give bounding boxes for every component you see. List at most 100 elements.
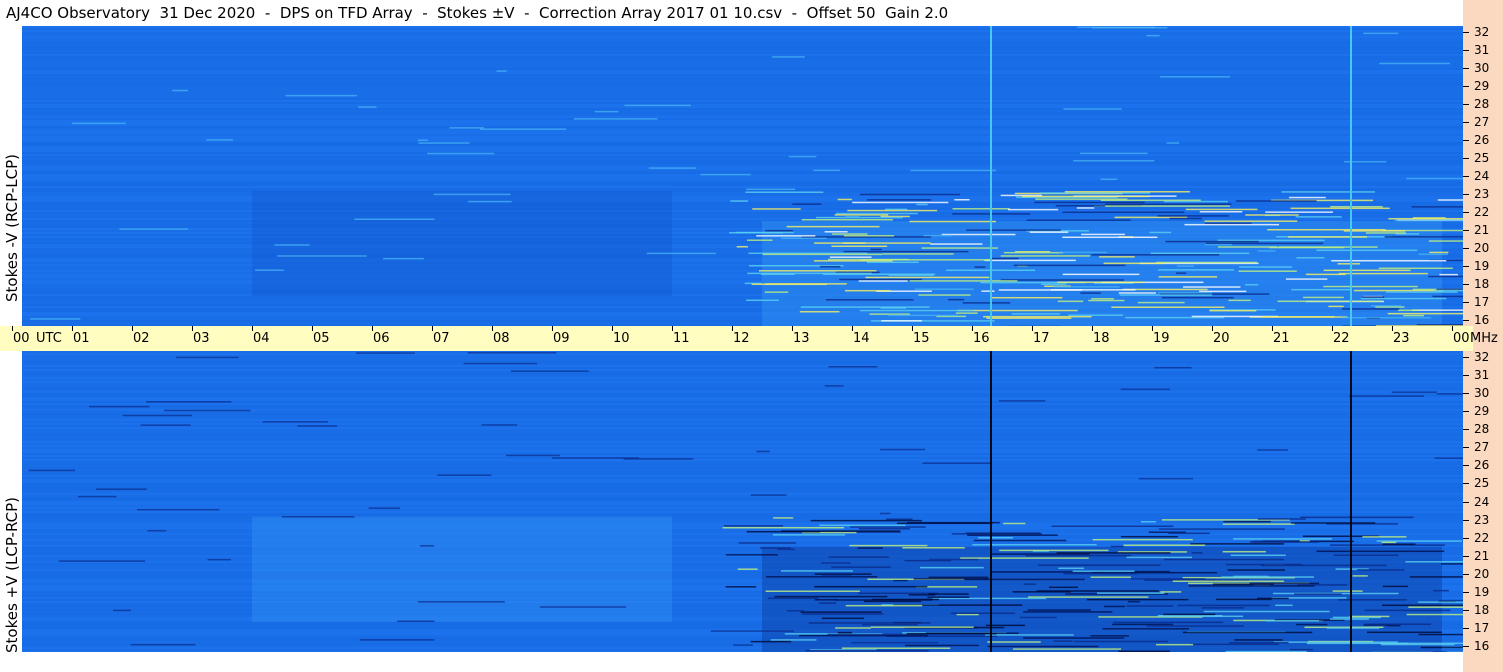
top-panel-label: Stokes -V (RCP-LCP) <box>3 154 21 302</box>
freq-label: 20 <box>1474 241 1490 255</box>
interference-line <box>1350 26 1352 326</box>
freq-tick <box>1463 555 1469 557</box>
interference-line <box>990 351 992 652</box>
freq-tick <box>1463 284 1469 285</box>
freq-label: 19 <box>1474 584 1490 599</box>
freq-label: 25 <box>1474 476 1490 491</box>
freq-tick <box>1463 122 1469 123</box>
freq-tick <box>1463 86 1469 87</box>
freq-tick <box>1463 465 1469 467</box>
freq-label: 22 <box>1474 205 1490 219</box>
freq-tick <box>1463 627 1469 629</box>
freq-tick <box>1463 393 1469 395</box>
freq-label: 22 <box>1474 530 1490 545</box>
freq-label: 30 <box>1474 386 1490 401</box>
freq-label: 23 <box>1474 512 1490 527</box>
time-label: 13 <box>793 331 810 346</box>
freq-tick <box>1463 68 1469 69</box>
bottom-ylabel-area: Stokes +V (LCP-RCP) <box>0 351 22 672</box>
time-label: 05 <box>313 331 330 346</box>
freq-label: 16 <box>1474 313 1490 327</box>
freq-label: 17 <box>1474 295 1490 309</box>
top-ylabel-area: Stokes -V (RCP-LCP) <box>0 26 22 326</box>
freq-tick <box>1463 519 1469 521</box>
freq-tick <box>1463 411 1469 413</box>
freq-label: 23 <box>1474 187 1490 201</box>
freq-tick <box>1463 104 1469 105</box>
freq-label: 32 <box>1474 350 1490 364</box>
freq-tick <box>1463 447 1469 449</box>
freq-tick <box>1463 158 1469 159</box>
freq-tick <box>1463 212 1469 213</box>
freq-tick <box>1463 375 1469 377</box>
time-label: 03 <box>193 331 210 346</box>
utc-label: UTC <box>36 331 62 346</box>
top-spectrogram <box>22 26 1463 326</box>
chart-title: AJ4CO Observatory 31 Dec 2020 - DPS on T… <box>0 0 1463 26</box>
freq-tick <box>1463 248 1469 249</box>
time-bar-left-pad <box>0 326 10 351</box>
top-spectrogram-image <box>22 26 1463 326</box>
bottom-spectrogram <box>22 351 1463 652</box>
time-label: 00 <box>1453 331 1470 346</box>
time-label: 23 <box>1393 331 1410 346</box>
time-label: 20 <box>1213 331 1230 346</box>
time-label: 15 <box>913 331 930 346</box>
freq-tick <box>1463 646 1469 647</box>
time-label: 18 <box>1093 331 1110 346</box>
interference-line <box>1350 351 1352 652</box>
freq-label: 21 <box>1474 223 1490 237</box>
freq-tick <box>1463 573 1469 575</box>
bottom-panel-label: Stokes +V (LCP-RCP) <box>3 497 21 653</box>
freq-label: 21 <box>1474 548 1490 563</box>
freq-tick <box>1463 50 1469 51</box>
freq-tick <box>1463 194 1469 195</box>
time-label: 19 <box>1153 331 1170 346</box>
time-label: 17 <box>1033 331 1050 346</box>
freq-tick <box>1463 302 1469 303</box>
freq-tick <box>1463 501 1469 503</box>
time-label: 09 <box>553 331 570 346</box>
bottom-freq-axis: 32 31 30 29 28 27 26 25 24 23 22 21 20 19 18 17 16 <box>1463 351 1503 652</box>
interference-line <box>990 26 992 326</box>
freq-label: 25 <box>1474 151 1490 165</box>
time-label: 12 <box>733 331 750 346</box>
freq-label: 26 <box>1474 458 1490 473</box>
freq-label: 27 <box>1474 440 1490 455</box>
bottom-spectrogram-image <box>22 351 1463 652</box>
time-label: 16 <box>973 331 990 346</box>
freq-tick <box>1463 609 1469 611</box>
freq-label: 19 <box>1474 259 1490 273</box>
freq-label: 30 <box>1474 61 1490 75</box>
freq-label: 26 <box>1474 133 1490 147</box>
freq-tick <box>1463 176 1469 177</box>
freq-tick <box>1463 266 1469 267</box>
freq-tick <box>1463 320 1469 321</box>
time-label: 08 <box>493 331 510 346</box>
freq-label: 32 <box>1474 25 1490 39</box>
freq-label: 31 <box>1474 43 1490 57</box>
time-label: 02 <box>133 331 150 346</box>
freq-label: 31 <box>1474 368 1490 383</box>
freq-label: 24 <box>1474 494 1490 509</box>
freq-label: 28 <box>1474 97 1490 111</box>
freq-tick <box>1463 357 1469 358</box>
freq-label: 24 <box>1474 169 1490 183</box>
freq-label: 20 <box>1474 566 1490 581</box>
freq-label: 27 <box>1474 115 1490 129</box>
freq-tick <box>1463 537 1469 539</box>
top-freq-axis: 32 31 30 29 28 27 26 25 24 23 22 21 20 19 18 17 16 <box>1463 26 1503 326</box>
freq-label: 16 <box>1474 639 1490 653</box>
freq-label: 28 <box>1474 422 1490 437</box>
freq-tick <box>1463 140 1469 141</box>
time-label: 11 <box>673 331 690 346</box>
freq-label: 18 <box>1474 277 1490 291</box>
time-label: 10 <box>613 331 630 346</box>
time-axis: 00 01 02 03 04 05 06 07 08 09 10 11 12 13 14 15 16 17 18 19… <box>10 326 1498 351</box>
time-label: 01 <box>73 331 90 346</box>
freq-tick <box>1463 483 1469 485</box>
time-label: 21 <box>1273 331 1290 346</box>
freq-label: 18 <box>1474 602 1490 617</box>
time-label: 04 <box>253 331 270 346</box>
freq-tick <box>1463 230 1469 231</box>
